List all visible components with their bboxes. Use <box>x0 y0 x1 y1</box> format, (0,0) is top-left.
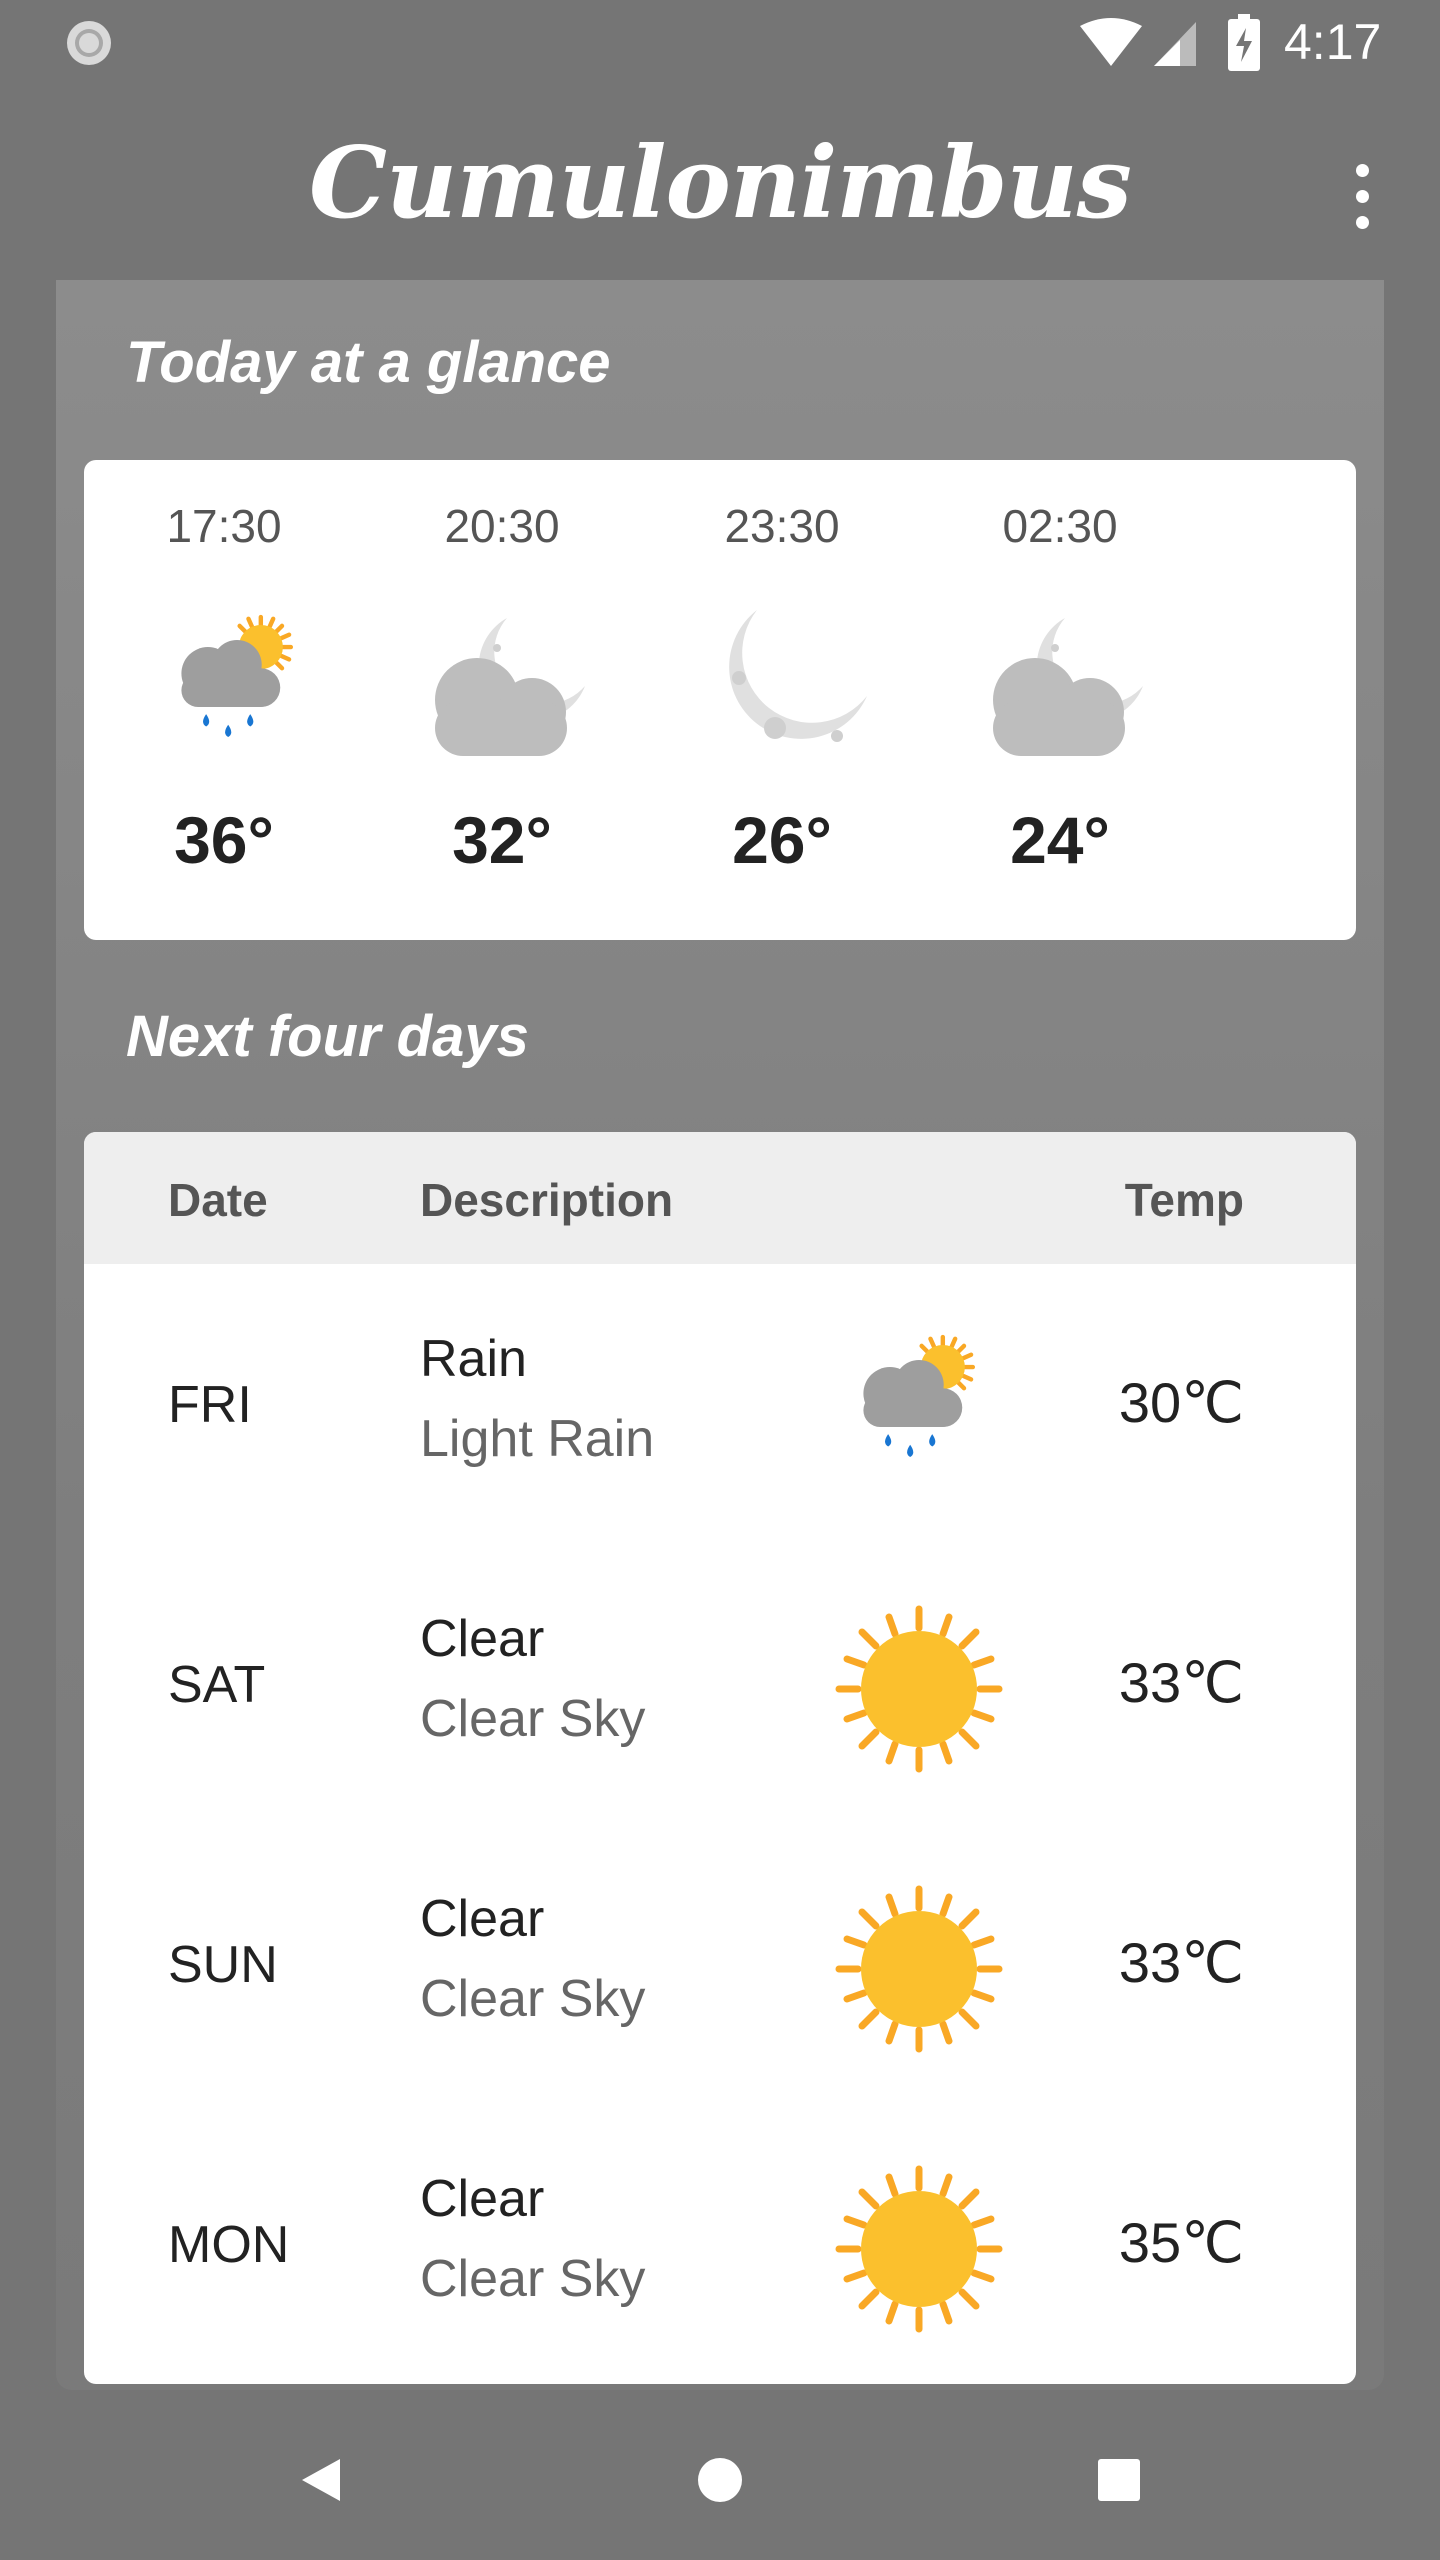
moon-cloud-icon <box>993 618 1143 756</box>
hour-forecast-item: 23:30 26° <box>682 460 882 940</box>
day-name: MON <box>168 2216 290 2274</box>
hour-temp: 32° <box>452 803 552 877</box>
status-time: 4:17 <box>1284 14 1382 70</box>
hour-time: 02:30 <box>1002 500 1118 552</box>
hour-temp: 26° <box>732 803 832 877</box>
sync-icon <box>67 21 111 65</box>
hour-forecast-item: 02:30 24° <box>960 460 1160 940</box>
signal-icon <box>1154 22 1196 66</box>
forecast-section-title: Next four days <box>126 1004 529 1069</box>
sun-cloud-rain-icon <box>844 1330 994 1480</box>
today-section-title: Today at a glance <box>126 330 611 395</box>
app-title: Cumulonimbus <box>309 126 1132 241</box>
hour-temp: 24° <box>1010 803 1110 877</box>
day-name: SAT <box>168 1656 266 1714</box>
weather-main: Clear <box>420 2170 545 2228</box>
column-header-date: Date <box>168 1174 268 1226</box>
moon-icon <box>729 610 867 742</box>
hourly-forecast-card: 17:30 36° 20:30 32° 23:30 26° 02:30 24° <box>84 460 1356 940</box>
column-header-temp: Temp <box>1124 1174 1244 1226</box>
day-temp: 30℃ <box>1118 1371 1244 1434</box>
hour-time: 23:30 <box>724 500 840 552</box>
table-row: FRI Rain Light Rain 30℃ <box>84 1264 1356 1544</box>
recents-icon[interactable] <box>1094 2455 1144 2505</box>
weather-main: Clear <box>420 1610 545 1668</box>
table-row: SUN Clear Clear Sky 33℃ <box>84 1824 1356 2104</box>
table-header: Date Description Temp <box>84 1132 1356 1264</box>
navigation-bar <box>0 2400 1440 2560</box>
table-row: MON Clear Clear Sky 35℃ <box>84 2104 1356 2384</box>
home-icon[interactable] <box>695 2455 745 2505</box>
column-header-description: Description <box>420 1174 674 1226</box>
day-temp: 35℃ <box>1118 2211 1244 2274</box>
day-temp: 33℃ <box>1118 1651 1244 1714</box>
day-temp: 33℃ <box>1118 1931 1244 1994</box>
weather-main: Clear <box>420 1890 545 1948</box>
weather-description: Light Rain <box>420 1410 655 1468</box>
sun-icon <box>834 1604 1004 1774</box>
back-icon[interactable] <box>296 2455 346 2505</box>
status-bar: 4:17 <box>0 0 1440 84</box>
weather-description: Clear Sky <box>420 2250 646 2308</box>
sun-cloud-rain-icon <box>162 610 312 760</box>
moon-cloud-icon <box>435 618 585 756</box>
day-name: FRI <box>168 1376 252 1434</box>
hour-forecast-item: 17:30 36° <box>124 460 324 940</box>
weather-main: Rain <box>420 1330 527 1388</box>
overflow-menu-icon[interactable] <box>1340 164 1384 234</box>
wifi-icon <box>1080 18 1142 66</box>
main-panel: Today at a glance 17:30 36° 20:30 32° 23… <box>56 280 1384 2390</box>
hour-forecast-item: 20:30 32° <box>402 460 602 940</box>
weather-description: Clear Sky <box>420 1690 646 1748</box>
hour-time: 20:30 <box>444 500 560 552</box>
table-row: SAT Clear Clear Sky 33℃ <box>84 1544 1356 1824</box>
sun-icon <box>834 2164 1004 2334</box>
day-name: SUN <box>168 1936 278 1994</box>
weather-description: Clear Sky <box>420 1970 646 2028</box>
battery-charging-icon <box>1228 14 1260 71</box>
app-bar: Cumulonimbus <box>0 84 1440 280</box>
hour-time: 17:30 <box>166 500 282 552</box>
sun-icon <box>834 1884 1004 2054</box>
daily-forecast-table: Date Description Temp FRI Rain Light Rai… <box>84 1132 1356 2384</box>
hour-temp: 36° <box>174 803 274 877</box>
